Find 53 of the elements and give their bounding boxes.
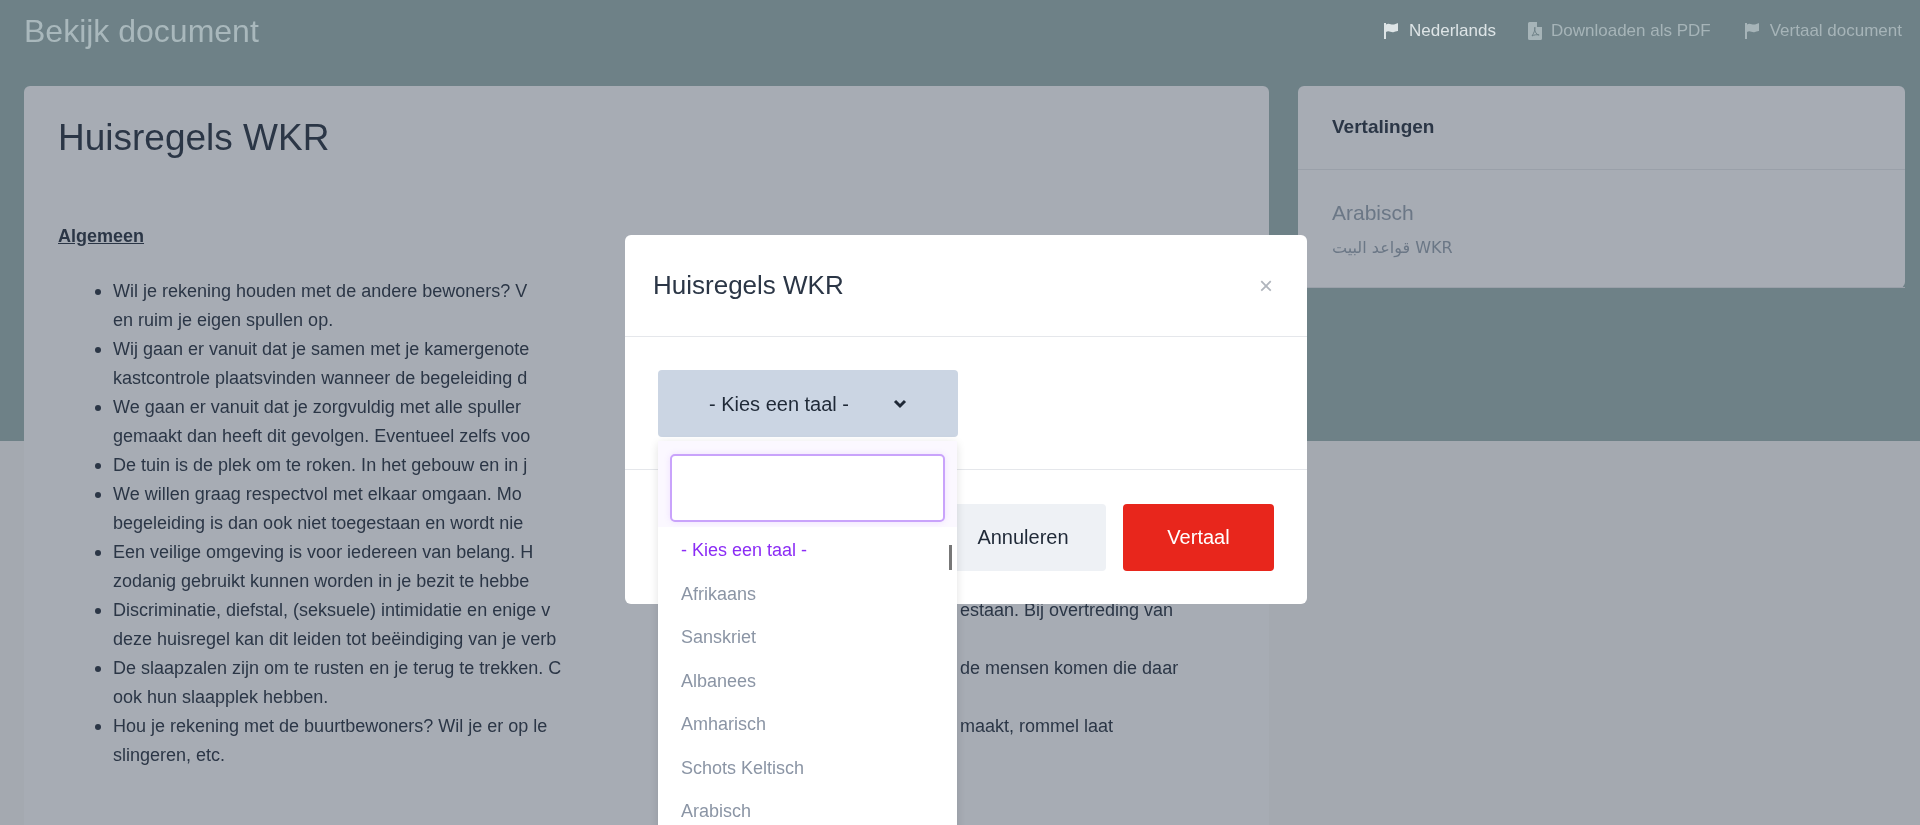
bullet-icon [95, 405, 101, 411]
bullet-icon [95, 666, 101, 672]
section-heading: Algemeen [58, 225, 145, 248]
header-link[interactable]: Vertaal document [1742, 18, 1902, 44]
dropdown-option[interactable]: Albanees [658, 659, 957, 703]
dropdown-option[interactable]: Sanskriet [658, 616, 957, 660]
flag-icon [1382, 22, 1401, 40]
document-title: Huisregels WKR [58, 116, 330, 160]
dropdown-option[interactable]: Schots Keltisch [658, 746, 957, 790]
search-field[interactable] [670, 454, 945, 522]
document-text: en ruim je eigen spullen op. [113, 310, 334, 330]
document-text: ook hun slaapplek hebben. [113, 687, 329, 707]
scrollbar-thumb[interactable] [949, 545, 952, 570]
dropdown-option[interactable]: Afrikaans [658, 572, 957, 616]
dropdown-option[interactable]: Arabisch [658, 790, 957, 825]
document-text: de mensen komen die daar [960, 657, 1179, 680]
document-text: De slaapzalen zijn om te rusten en je terug te trekken. C [113, 658, 562, 678]
header-link[interactable]: Nederlands [1382, 18, 1496, 44]
chevron-down-icon [893, 398, 908, 409]
document-text: maakt, rommel laat [960, 715, 1114, 738]
document-text: Een veilige omgeving is voor iedereen van belang. H [113, 542, 534, 562]
bullet-icon [95, 463, 101, 469]
document-text: We willen graag respectvol met elkaar omgaan. Mo [113, 484, 522, 504]
document-text: zodanig gebruikt kunnen worden in je bezit te hebbe [113, 571, 530, 591]
translation-language[interactable]: Arabisch [1332, 196, 1414, 229]
document-text: Wij gaan er vanuit dat je samen met je kamergenote [113, 339, 530, 359]
document-text: Wil je rekening houden met de andere bewoners? V [113, 281, 528, 301]
dropdown-option[interactable]: Amharisch [658, 703, 957, 747]
document-text: slingeren, etc. [113, 745, 226, 765]
document-text: gemaakt dan heeft dit gevolgen. Eventueel zelfs voo [113, 426, 531, 446]
close-button[interactable]: × [1259, 273, 1273, 298]
pdf-file-icon [1528, 22, 1542, 40]
translate-button[interactable]: Vertaal [1123, 503, 1274, 571]
document-text: begeleiding is dan ook niet toegestaan en wordt nie [113, 513, 524, 533]
download-link[interactable]: Downloaden als PDF [1528, 18, 1711, 44]
bullet-icon [95, 550, 101, 556]
document-text: Hou je rekening met de buurtbewoners? Wil je er op le [113, 716, 548, 736]
card-title: Vertalingen [1332, 115, 1435, 140]
translation-title: قواعد البيت WKR [1332, 237, 1453, 260]
document-text: De tuin is de plek om te roken. In het gebouw en in j [113, 455, 528, 475]
modal-title: Huisregels WKR [653, 269, 844, 302]
bullet-icon [95, 289, 101, 295]
bullet-icon [95, 724, 101, 730]
bullet-icon [95, 347, 101, 353]
document-text: We gaan er vanuit dat je zorgvuldig met alle spuller [113, 397, 521, 417]
page-title: Bekijk document [24, 12, 259, 51]
document-text: kastcontrole plaatsvinden wanneer de begeleiding d [113, 368, 528, 388]
document-text: Discriminatie, diefstal, (seksuele) intimidatie en enige v [113, 600, 551, 620]
flag-icon [1742, 22, 1761, 40]
document-text: deze huisregel kan dit leiden tot beëindiging van je verb [113, 629, 557, 649]
bullet-icon [95, 492, 101, 498]
bullet-icon [95, 608, 101, 614]
language-select[interactable]: - Kies een taal - [658, 370, 958, 437]
